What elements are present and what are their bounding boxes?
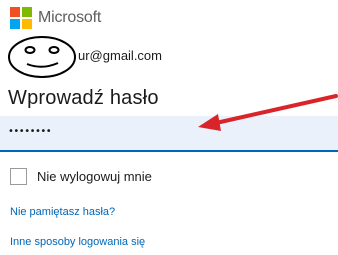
red-arrow-icon — [198, 94, 338, 131]
brand-header: Microsoft — [10, 7, 101, 29]
forgot-password-link[interactable]: Nie pamiętasz hasła? — [10, 206, 115, 218]
brand-name: Microsoft — [38, 9, 102, 26]
keep-signed-in-label: Nie wylogowuj mnie — [37, 169, 152, 184]
page-title: Wprowadź hasło — [8, 87, 159, 109]
keep-signed-in-checkbox[interactable] — [10, 168, 27, 185]
smiley-face-doodle-icon — [8, 36, 76, 78]
microsoft-logo-icon — [10, 7, 32, 29]
password-value: •••••••• — [8, 126, 52, 137]
keep-signed-in[interactable]: Nie wylogowuj mnie — [10, 168, 152, 185]
signin-page: Microsoft ur@gmail.com Wprowadź hasło ••… — [0, 0, 338, 255]
other-signin-options-link[interactable]: Inne sposoby logowania się — [10, 236, 145, 248]
account-email: ur@gmail.com — [78, 48, 162, 63]
